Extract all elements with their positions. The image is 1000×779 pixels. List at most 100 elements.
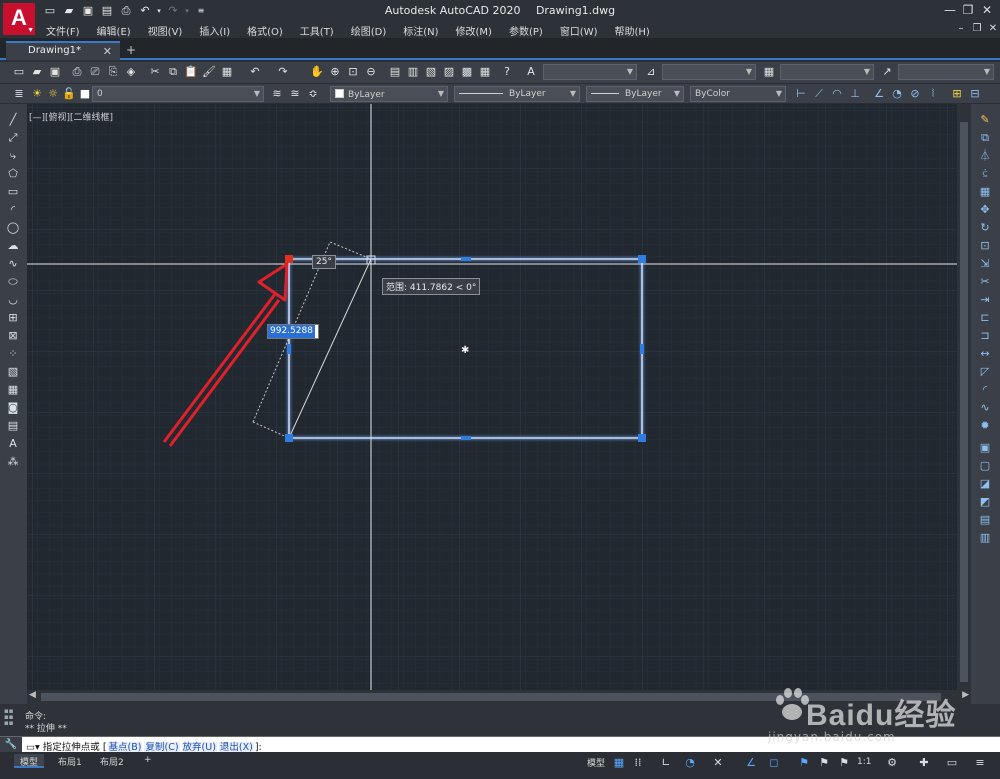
revcloud-icon[interactable]: ☁: [5, 238, 21, 254]
aligned-dim-icon[interactable]: ⟋: [812, 87, 826, 101]
blend-icon[interactable]: ∿: [977, 400, 993, 416]
layout-tab-2[interactable]: 布局2: [94, 754, 130, 768]
menu-format[interactable]: 格式(O): [247, 23, 292, 38]
layer-on-icon[interactable]: ☀: [30, 87, 44, 101]
table-icon[interactable]: ▤: [5, 418, 21, 434]
dim-style-icon[interactable]: ⊿: [644, 65, 658, 79]
jogged-dim-icon[interactable]: ⦚: [926, 87, 940, 101]
extend-icon[interactable]: ⇥: [977, 292, 993, 308]
fillet-icon[interactable]: ◜: [977, 382, 993, 398]
dim-style-combo[interactable]: ▼: [662, 64, 756, 80]
arc-icon[interactable]: ◜: [5, 202, 21, 218]
quickcalc-icon[interactable]: ▦: [478, 65, 492, 79]
zoom-previous-icon[interactable]: ⊖: [364, 65, 378, 79]
design-center-icon[interactable]: ▥: [406, 65, 420, 79]
angular-dim-icon[interactable]: ∠: [872, 87, 886, 101]
zoom-realtime-icon[interactable]: ⊕: [328, 65, 342, 79]
grip-mid-top[interactable]: [461, 257, 471, 261]
linear-dim-icon[interactable]: ⊢: [794, 87, 808, 101]
spline-icon[interactable]: ∿: [5, 256, 21, 272]
undo-icon[interactable]: ↶: [248, 65, 262, 79]
snap-icon[interactable]: ⁞⁞: [630, 755, 646, 771]
hot-grip-top-left[interactable]: [285, 255, 293, 263]
menu-view[interactable]: 视图(V): [148, 23, 192, 38]
viewport-controls[interactable]: [—][俯视][二维线框]: [29, 110, 113, 123]
isodraft-icon[interactable]: ✕: [710, 755, 726, 771]
save-icon[interactable]: ▣: [48, 65, 62, 79]
publish-icon[interactable]: ⎘: [106, 65, 120, 79]
diameter-dim-icon[interactable]: ⊘: [908, 87, 922, 101]
dynamic-distance-input[interactable]: 992.5288: [267, 324, 319, 339]
minimize-icon[interactable]: —: [940, 3, 960, 17]
text-front-icon[interactable]: ▤: [977, 512, 993, 528]
grip-bottom-left[interactable]: [285, 434, 293, 442]
layer-properties-icon[interactable]: ≣: [12, 87, 26, 101]
tab-close-icon[interactable]: ✕: [103, 45, 112, 58]
doc-restore-icon[interactable]: ❐: [970, 23, 984, 34]
scale-icon[interactable]: ⊡: [977, 238, 993, 254]
grip-mid-left[interactable]: [287, 344, 291, 354]
command-prompt[interactable]: ▭▾ 指定拉伸点或 [基点(B) 复制(C) 放弃(U) 退出(X)]:: [26, 739, 262, 753]
layer-combo[interactable]: 0 ▼: [92, 86, 264, 102]
copy-clip-icon[interactable]: ⧉: [166, 65, 180, 79]
linetype-combo[interactable]: ByLayer ▼: [454, 86, 580, 102]
copy-icon[interactable]: ⧉: [977, 130, 993, 146]
redo-icon[interactable]: ↷: [276, 65, 290, 79]
menu-modify[interactable]: 修改(M): [456, 23, 501, 38]
chamfer-icon[interactable]: ◸: [977, 364, 993, 380]
zoom-window-icon[interactable]: ⊡: [346, 65, 360, 79]
hatch-icon[interactable]: ▧: [5, 364, 21, 380]
layer-previous-icon[interactable]: ≊: [288, 87, 302, 101]
move-icon[interactable]: ✥: [977, 202, 993, 218]
command-grip-icon[interactable]: ▪▪ ▪▪ ▪▪: [4, 708, 18, 732]
auto-scale-icon[interactable]: ⚑: [816, 755, 832, 771]
layout-tab-model[interactable]: 模型: [14, 754, 45, 768]
polyline-icon[interactable]: ⤷: [5, 148, 21, 164]
open-icon[interactable]: ▰: [30, 65, 44, 79]
annotation-visibility-icon[interactable]: ⚑: [796, 755, 812, 771]
xline-icon[interactable]: ⤢: [5, 130, 21, 146]
menu-insert[interactable]: 插入(I): [199, 23, 239, 38]
pan-icon[interactable]: ✋: [310, 65, 324, 79]
grip-mid-bottom[interactable]: [461, 436, 471, 440]
ordinate-dim-icon[interactable]: ⊥: [848, 87, 862, 101]
draworder-front-icon[interactable]: ▣: [977, 440, 993, 456]
make-block-icon[interactable]: ⊠: [5, 328, 21, 344]
vertical-scrollbar[interactable]: [957, 104, 971, 690]
clean-screen-icon[interactable]: ▭: [944, 755, 960, 771]
color-combo[interactable]: ByLayer ▼: [330, 86, 448, 102]
gradient-icon[interactable]: ▦: [5, 382, 21, 398]
annotation-scale-value[interactable]: 1:1: [857, 757, 871, 767]
ellipse-icon[interactable]: ⬭: [5, 274, 21, 290]
tab-drawing1[interactable]: Drawing1* ✕: [6, 41, 120, 60]
circle-icon[interactable]: ◯: [5, 220, 21, 236]
lineweight-combo[interactable]: ByLayer ▼: [586, 86, 684, 102]
break-at-point-icon[interactable]: ⊏: [977, 310, 993, 326]
offset-icon[interactable]: ⫃: [977, 166, 993, 182]
annotation-monitor-icon[interactable]: ✚: [916, 755, 932, 771]
explode-icon[interactable]: ✹: [977, 418, 993, 434]
join-icon[interactable]: ↔: [977, 346, 993, 362]
stretch-icon[interactable]: ⇲: [977, 256, 993, 272]
grip-bottom-right[interactable]: [638, 434, 646, 442]
multileader-style-combo[interactable]: ▼: [898, 64, 994, 80]
polygon-icon[interactable]: ⬠: [5, 166, 21, 182]
text-style-combo[interactable]: ▼: [543, 64, 637, 80]
customize-status-icon[interactable]: ≡: [972, 755, 988, 771]
drawing-area[interactable]: ✱ [—][俯视][二维线框] 25° 范围: 411.7862 < 0°: [27, 104, 957, 690]
scroll-left-icon[interactable]: ◀: [29, 690, 36, 700]
draworder-back-icon[interactable]: ▢: [977, 458, 993, 474]
layer-freeze-icon[interactable]: ☼: [46, 87, 60, 101]
mtext-icon[interactable]: A: [5, 436, 21, 452]
cut-icon[interactable]: ✂: [148, 65, 162, 79]
insert-block-icon[interactable]: ⊞: [5, 310, 21, 326]
tool-palettes-icon[interactable]: ▧: [424, 65, 438, 79]
grip-mid-right[interactable]: [640, 344, 644, 354]
doc-minimize-icon[interactable]: –: [954, 23, 968, 34]
help-icon[interactable]: ?: [500, 65, 514, 79]
doc-close-icon[interactable]: ✕: [986, 23, 1000, 34]
layout-tab-1[interactable]: 布局1: [52, 754, 88, 768]
new-icon[interactable]: ▭: [12, 65, 26, 79]
baseline-dim-icon[interactable]: ⊟: [968, 87, 982, 101]
multileader-style-icon[interactable]: ↗: [880, 65, 894, 79]
